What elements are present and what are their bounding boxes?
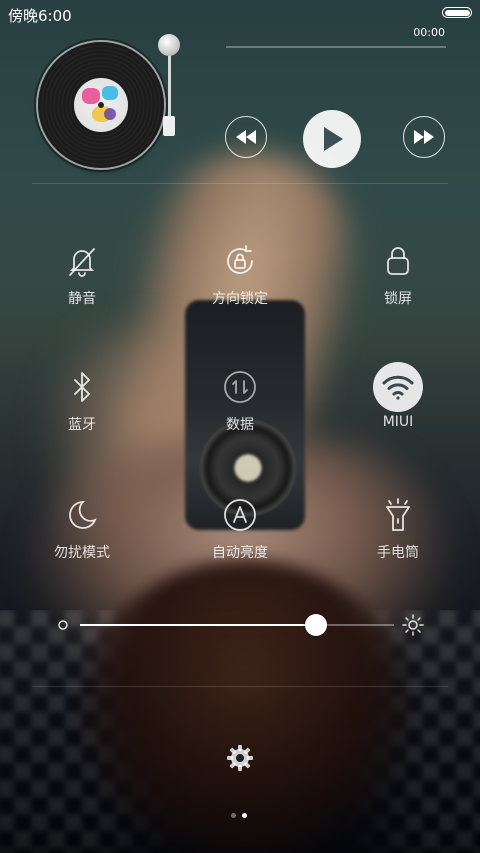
brightness-thumb[interactable] [304,614,327,636]
gear-icon [227,745,253,771]
brightness-slider[interactable] [56,606,424,642]
page-dot[interactable] [242,813,247,818]
flashlight-icon [386,498,410,531]
toggle-label: 静音 [68,291,96,307]
page-indicator [228,813,252,819]
toggle-bluetooth[interactable]: 蓝牙 [22,362,142,434]
toggle-auto-brightness[interactable]: 自动亮度 [180,490,300,562]
mobile-data-icon [224,371,256,403]
playback-progress-bar[interactable] [226,46,446,48]
toggle-do-not-disturb[interactable]: 勿扰模式 [22,490,142,562]
bluetooth-icon [74,372,90,402]
toggle-label: 方向锁定 [212,291,268,307]
toggle-mobile-data[interactable]: 数据 [180,362,300,434]
divider [32,686,448,687]
brightness-low-icon [58,620,68,630]
rotation-lock-icon [227,245,253,274]
auto-brightness-icon [224,499,256,531]
toggle-label: 手电筒 [377,545,419,561]
toggle-label: 勿扰模式 [54,545,110,561]
divider [32,183,448,184]
toggle-lock-screen[interactable]: 锁屏 [338,236,458,308]
settings-button[interactable] [222,740,258,776]
music-player: 00:00 [0,24,480,184]
previous-track-button[interactable] [225,116,267,158]
toggle-flashlight[interactable]: 手电筒 [338,490,458,562]
brightness-fill [80,624,316,626]
toggle-label: 锁屏 [384,291,412,307]
toggle-mute[interactable]: 静音 [22,236,142,308]
battery-icon [442,7,472,18]
toggle-wifi[interactable]: MIUI [338,362,458,430]
wifi-icon [382,375,414,400]
tonearm-icon [158,32,184,142]
album-label-art [74,78,128,132]
status-time: 傍晚6:00 [8,7,72,25]
toggle-rotation-lock[interactable]: 方向锁定 [180,236,300,308]
vinyl-disc-icon [38,42,164,168]
toggle-label: MIUI [382,414,414,430]
moon-icon [69,501,97,529]
lock-icon [387,247,409,275]
toggle-label: 自动亮度 [212,545,268,561]
toggle-label: 数据 [226,417,254,433]
page-dot[interactable] [231,813,236,818]
brightness-high-icon [402,614,424,636]
next-track-button[interactable] [403,116,445,158]
album-art-turntable[interactable] [34,32,184,172]
toggle-label: 蓝牙 [68,417,96,433]
bell-off-icon [69,248,95,277]
fast-forward-icon [414,130,434,144]
elapsed-time: 00:00 [413,26,445,39]
rewind-icon [236,130,256,144]
brightness-track[interactable] [80,624,394,626]
play-button[interactable] [303,110,361,168]
play-icon [324,127,343,151]
